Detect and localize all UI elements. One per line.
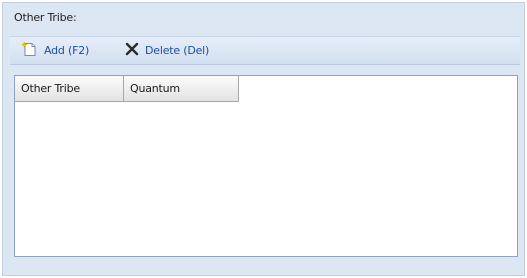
other-tribe-grid[interactable]: Other Tribe Quantum: [14, 75, 518, 257]
add-button[interactable]: Add (F2): [20, 40, 90, 60]
panel-title: Other Tribe:: [14, 11, 77, 24]
column-header-other-tribe[interactable]: Other Tribe: [15, 76, 124, 102]
grid-header: Other Tribe Quantum: [15, 76, 239, 102]
column-header-quantum[interactable]: Quantum: [124, 76, 239, 102]
grid-body[interactable]: [15, 102, 517, 256]
delete-button-label: Delete (Del): [145, 43, 210, 57]
delete-button[interactable]: Delete (Del): [125, 40, 209, 60]
new-document-icon: [20, 40, 38, 60]
grid-toolbar: Add (F2) Delete (Del): [10, 36, 520, 65]
delete-x-icon: [125, 42, 139, 59]
add-button-label: Add (F2): [44, 43, 90, 57]
other-tribe-panel: Other Tribe: Add (F2) Delete (Del) Other…: [2, 2, 525, 276]
